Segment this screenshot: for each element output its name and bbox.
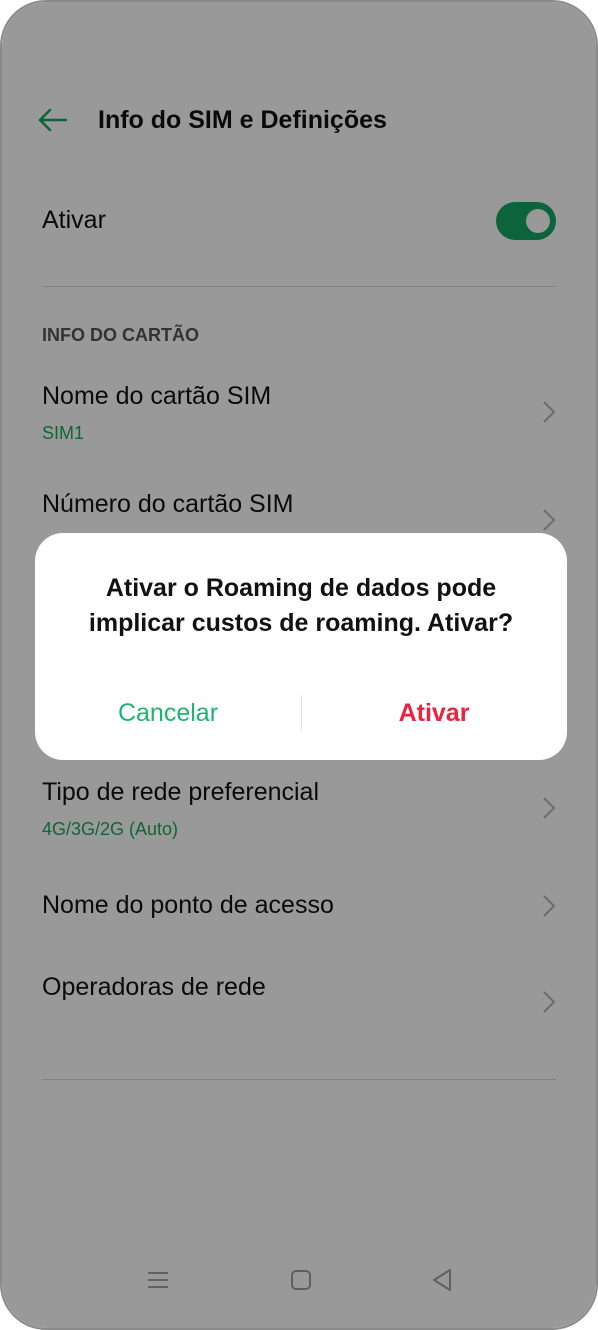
phone-frame: 10:00 Info do SIM e Definições Ativar IN… <box>0 0 598 1330</box>
confirm-button[interactable]: Ativar <box>301 691 567 735</box>
roaming-dialog: Ativar o Roaming de dados pode implicar … <box>35 533 567 760</box>
settings-screen: 10:00 Info do SIM e Definições Ativar IN… <box>2 2 596 1328</box>
cancel-button[interactable]: Cancelar <box>35 691 301 735</box>
dialog-message: Ativar o Roaming de dados pode implicar … <box>88 574 514 637</box>
dialog-actions: Cancelar Ativar <box>35 691 567 735</box>
